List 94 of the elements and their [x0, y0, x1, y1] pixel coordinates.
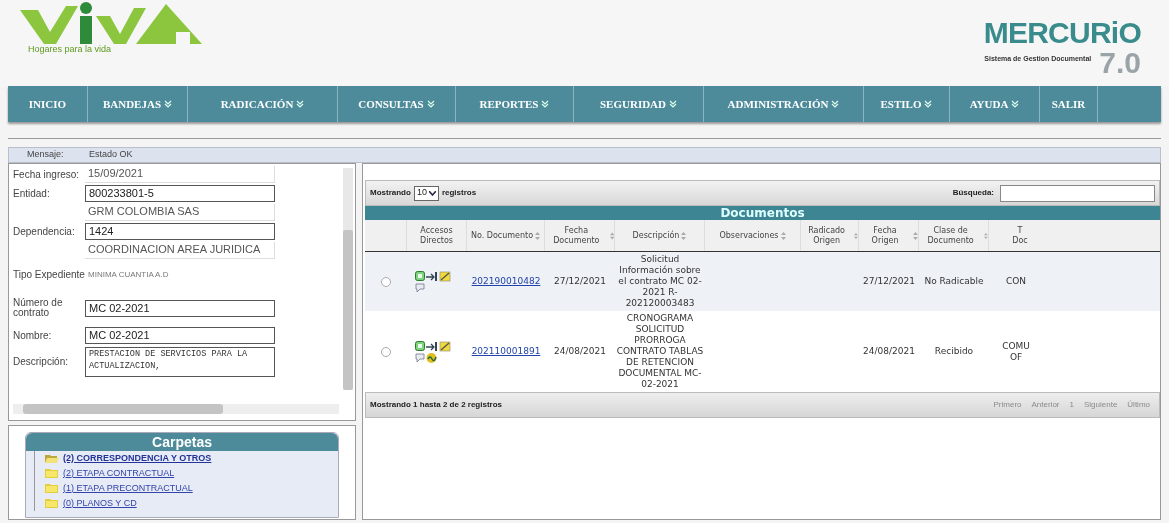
chevron-down-icon	[1011, 100, 1020, 108]
menu-item[interactable]: SEGURIDAD	[574, 86, 704, 122]
chevron-down-icon	[924, 100, 933, 108]
logo-tagline: Hogares para la vida	[28, 45, 113, 54]
column-header[interactable]: Observaciones	[719, 230, 779, 241]
document-link[interactable]: 202190010482	[471, 276, 541, 287]
menu-item[interactable]: SALIR	[1040, 86, 1098, 122]
table-cell: Recibido	[934, 346, 974, 357]
table-cell: 24/08/2021	[863, 346, 915, 357]
column-header[interactable]: Clase de Documento	[919, 225, 983, 246]
signature-icon	[426, 353, 437, 363]
chevron-down-icon	[428, 190, 436, 196]
field-value: 15/09/2021	[85, 166, 275, 183]
field-label: Fecha ingreso:	[13, 169, 81, 180]
sort-icon	[780, 231, 786, 240]
column-header[interactable]: T Doc	[1011, 225, 1029, 246]
arrow-icon	[426, 341, 438, 351]
comment-icon	[415, 283, 425, 293]
folder-link[interactable]: (0) PLANOS Y CD	[63, 496, 137, 511]
sort-icon	[854, 231, 858, 240]
menu-item[interactable]: BANDEJAS	[88, 86, 188, 122]
table-row[interactable]: 202190010482 27/12/2021 Solicitud Información sobre el contrato MC 02-2021 R-202120003483 27/12/2021 No Radicable CON	[365, 252, 1160, 311]
description-textarea[interactable]: PRESTACION DE SERVICIOS PARA LA ACTUALIZACION,	[85, 347, 275, 377]
field-value: GRM COLOMBIA SAS	[85, 204, 275, 221]
document-icon	[415, 271, 425, 281]
field-label: Dependencia:	[13, 226, 76, 237]
menu-item[interactable]: REPORTES	[456, 86, 574, 122]
menu-item[interactable]: INICIO	[8, 86, 88, 122]
sort-icon	[535, 231, 541, 240]
sort-icon	[681, 231, 687, 240]
message-label: Mensaje:	[26, 148, 65, 162]
chevron-down-icon	[669, 100, 677, 108]
chevron-down-icon	[541, 100, 550, 108]
menu-item[interactable]: ADMINISTRACIÓN	[704, 86, 864, 122]
folder-link[interactable]: (1) ETAPA PRECONTRACTUAL	[63, 481, 193, 496]
input-field[interactable]: 800233801-5	[85, 185, 275, 202]
table-cell: 27/12/2021	[554, 276, 606, 287]
table-info: Mostrando 1 hasta 2 de 2 registros	[370, 399, 503, 411]
table-cell-text: Solicitud Información sobre el contrato MC 02-2021 R-202120003483	[617, 254, 703, 309]
comment-icon	[415, 353, 425, 363]
search-field[interactable]	[1000, 184, 1155, 202]
search-label: Búsqueda:	[952, 187, 994, 199]
radio-button[interactable]	[381, 346, 391, 357]
chevron-down-icon	[164, 100, 173, 108]
column-header[interactable]: Fecha Origen	[859, 225, 912, 246]
chevron-down-icon	[831, 100, 840, 108]
field-label: Número de contrato	[13, 298, 64, 318]
input-field[interactable]: MC 02-2021	[85, 299, 275, 317]
message-status: Estado OK	[89, 148, 133, 162]
field-label: Descripción:	[13, 357, 70, 367]
column-header[interactable]: Accesos Directos	[407, 225, 466, 246]
product-version: 7.0	[1099, 48, 1141, 78]
column-header[interactable]: Fecha Documento	[545, 225, 608, 246]
toolbar-text: Mostrando	[370, 187, 411, 199]
menu-item[interactable]: AYUDA	[950, 86, 1040, 122]
column-header[interactable]: Descripción	[632, 230, 680, 241]
field-value: MINIMA CUANTIA A.D	[87, 269, 170, 281]
input-field[interactable]: MC 02-2021	[85, 327, 275, 344]
column-header[interactable]: Radicado Origen	[801, 225, 853, 246]
table-title: Documentos	[365, 206, 1160, 220]
vertical-scrollbar[interactable]	[343, 168, 353, 390]
panel-title: Carpetas	[26, 433, 338, 451]
document-link[interactable]: 202110001891	[471, 346, 541, 357]
arrow-icon	[426, 271, 438, 281]
menu-item[interactable]: ESTILO	[864, 86, 950, 122]
menu-item[interactable]: CONSULTAS	[338, 86, 456, 122]
table-cell: No Radicable	[924, 276, 984, 287]
input-field[interactable]: 1424	[85, 223, 275, 240]
menu-item[interactable]: RADICACIÓN	[188, 86, 338, 122]
field-label: Entidad:	[13, 188, 51, 199]
radio-button[interactable]	[381, 276, 391, 287]
sort-icon	[984, 231, 988, 240]
horizontal-scrollbar[interactable]	[13, 404, 339, 414]
folder-link[interactable]: (2) ETAPA CONTRACTUAL	[63, 466, 175, 481]
chevron-down-icon	[426, 100, 435, 108]
table-cell: CRONOGRAMA SOLICITUD PRORROGA CONTRATO TABLAS DE RETENCION DOCUMENTAL MC-02-2021	[615, 313, 705, 390]
page-size-select[interactable]: 10	[413, 185, 439, 201]
table-cell-text: CON	[1004, 276, 1028, 287]
table-cell: COMU OF	[1002, 340, 1030, 363]
field-value: COORDINACION AREA JURIDICA	[85, 242, 275, 259]
column-header[interactable]: No. Documento	[470, 230, 534, 241]
table-cell: 27/12/2021	[863, 276, 915, 287]
document-icon	[415, 341, 425, 351]
product-name: MERCURiO	[983, 18, 1141, 48]
sort-icon	[609, 231, 614, 240]
chevron-down-icon	[296, 100, 305, 108]
toolbar-text: registros	[441, 187, 477, 199]
sort-icon	[913, 231, 918, 240]
field-label: Nombre:	[13, 330, 53, 341]
pencil-icon	[439, 270, 451, 282]
pencil-icon	[439, 340, 451, 352]
field-label: Tipo Expediente	[13, 270, 85, 280]
table-cell: 24/08/2021	[554, 346, 606, 357]
folder-link[interactable]: (2) CORRESPONDENCIA Y OTROS	[63, 451, 212, 466]
